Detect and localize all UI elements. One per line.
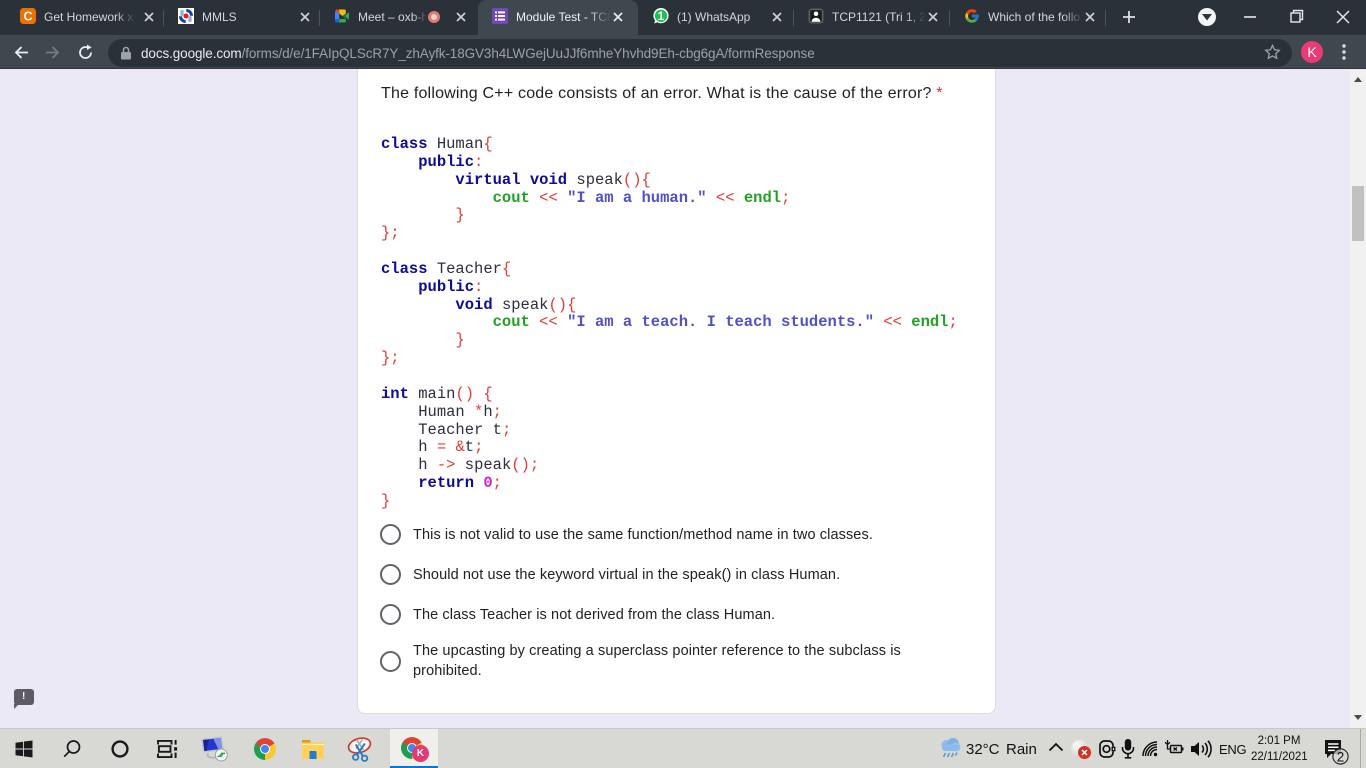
svg-text:C: C	[23, 10, 32, 24]
svg-text:2: 2	[1337, 749, 1345, 764]
svg-text:1: 1	[658, 11, 665, 23]
